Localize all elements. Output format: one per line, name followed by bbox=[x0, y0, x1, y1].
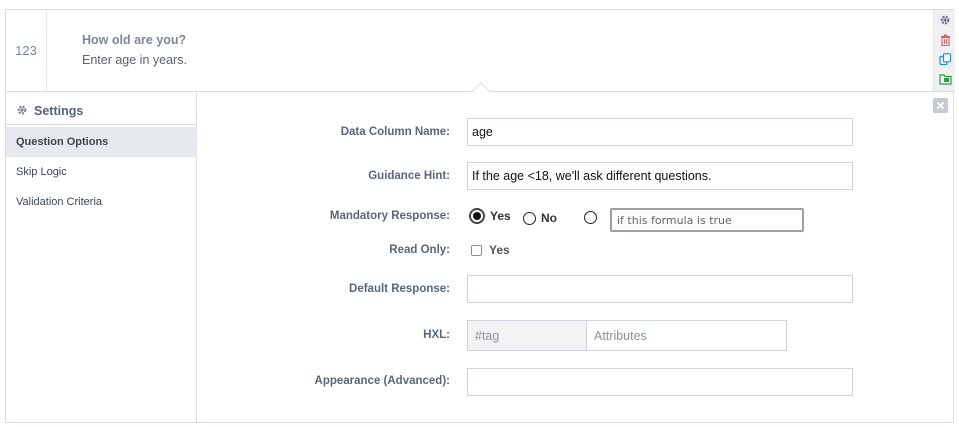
divider bbox=[6, 124, 197, 125]
sidebar-item-skip-logic[interactable]: Skip Logic bbox=[6, 157, 197, 187]
close-icon bbox=[936, 101, 945, 110]
default-response-input[interactable] bbox=[467, 275, 853, 303]
sidebar-item-label: Question Options bbox=[16, 136, 109, 148]
guidance-hint-label: Guidance Hint: bbox=[368, 170, 450, 182]
hxl-attributes-input[interactable]: Attributes bbox=[586, 320, 787, 351]
guidance-hint-input[interactable] bbox=[467, 162, 853, 190]
hxl-tag-input[interactable]: #tag bbox=[467, 320, 587, 351]
formula-placeholder: if this formula is true bbox=[617, 213, 732, 227]
question-row[interactable]: 123 How old are you? Enter age in years. bbox=[6, 10, 955, 92]
radio-unchecked-icon bbox=[584, 211, 597, 224]
appearance-label: Appearance (Advanced): bbox=[314, 375, 450, 387]
data-column-name-input[interactable] bbox=[467, 118, 853, 146]
radio-label: No bbox=[541, 211, 557, 225]
radio-unchecked-icon bbox=[523, 211, 536, 225]
mandatory-response-label: Mandatory Response: bbox=[329, 210, 450, 222]
data-column-name-label: Data Column Name: bbox=[340, 126, 450, 138]
sidebar-item-question-options[interactable]: Question Options bbox=[6, 127, 197, 157]
add-to-library-icon[interactable] bbox=[938, 72, 952, 86]
settings-title: Settings bbox=[16, 100, 83, 122]
mandatory-formula-input[interactable]: if this formula is true bbox=[610, 208, 804, 232]
default-response-label: Default Response: bbox=[349, 283, 450, 295]
appearance-input[interactable] bbox=[467, 368, 853, 396]
mandatory-formula-radio[interactable] bbox=[584, 211, 597, 224]
mandatory-no-radio[interactable]: No bbox=[523, 211, 557, 225]
question-hint[interactable]: Enter age in years. bbox=[82, 53, 187, 67]
hxl-tag-placeholder: #tag bbox=[475, 328, 500, 343]
gear-icon[interactable] bbox=[938, 13, 952, 27]
read-only-label: Read Only: bbox=[389, 244, 450, 256]
hxl-attributes-placeholder: Attributes bbox=[594, 328, 647, 343]
settings-sidebar: Settings Question Options Skip Logic Val… bbox=[6, 92, 197, 423]
mandatory-yes-radio[interactable]: Yes bbox=[469, 208, 511, 224]
sidebar-item-label: Validation Criteria bbox=[16, 196, 103, 208]
question-card: 123 How old are you? Enter age in years. bbox=[5, 9, 955, 423]
question-label[interactable]: How old are you? bbox=[82, 33, 186, 47]
close-settings-button[interactable] bbox=[933, 98, 948, 113]
question-toolbar bbox=[933, 10, 955, 91]
checkbox-label: Yes bbox=[489, 243, 510, 257]
hxl-label: HXL: bbox=[423, 329, 450, 341]
question-type-integer: 123 bbox=[6, 10, 47, 91]
gear-icon bbox=[16, 104, 28, 119]
duplicate-icon[interactable] bbox=[938, 52, 952, 66]
settings-title-text: Settings bbox=[34, 104, 84, 118]
question-type-label: 123 bbox=[15, 43, 37, 58]
sidebar-item-validation-criteria[interactable]: Validation Criteria bbox=[6, 187, 197, 217]
trash-icon[interactable] bbox=[938, 33, 952, 47]
radio-label: Yes bbox=[490, 209, 511, 223]
sidebar-item-label: Skip Logic bbox=[16, 166, 67, 178]
read-only-checkbox[interactable]: Yes bbox=[471, 243, 510, 257]
radio-checked-icon bbox=[469, 208, 485, 224]
checkbox-icon bbox=[471, 244, 482, 256]
